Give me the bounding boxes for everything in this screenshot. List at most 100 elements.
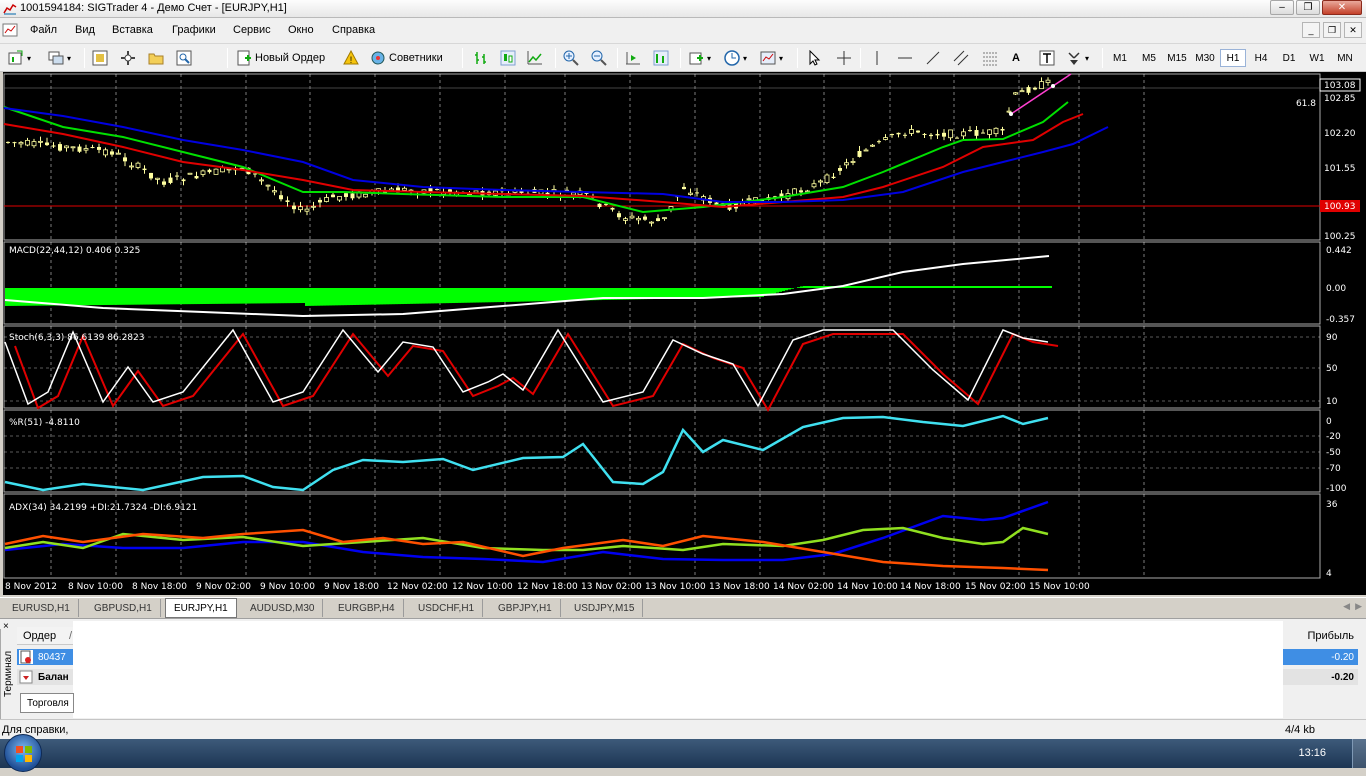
macd-histogram-bar — [443, 288, 446, 303]
tab-gbpusd-h1[interactable]: GBPUSD,H1 — [86, 599, 161, 617]
candlestick-button[interactable] — [500, 48, 516, 68]
expert-advisors-button[interactable]: Советники — [370, 48, 443, 68]
menu-tools[interactable]: Сервис — [233, 24, 271, 36]
tab-audusd-m30[interactable]: AUDUSD,M30 — [242, 599, 323, 617]
navigator-button[interactable] — [120, 48, 136, 68]
timeframe-d1[interactable]: D1 — [1276, 49, 1302, 67]
menu-help[interactable]: Справка — [332, 24, 375, 36]
new-chart-button[interactable]: ▾ — [8, 48, 31, 68]
candle-body — [877, 141, 881, 142]
macd-histogram-bar — [428, 288, 431, 304]
menu-file[interactable]: Файл — [30, 24, 57, 36]
macd-histogram-bar — [287, 288, 290, 303]
candle-body — [656, 218, 660, 221]
macd-histogram-bar — [473, 288, 476, 303]
macd-histogram-bar — [458, 288, 461, 303]
tab-eurgbp-h4[interactable]: EURGBP,H4 — [330, 599, 404, 617]
bar-chart-button[interactable] — [473, 48, 489, 68]
profit-column-header[interactable]: Прибыль — [1307, 630, 1354, 642]
terminal-content-area — [73, 621, 1283, 718]
mdi-restore-button[interactable]: ❐ — [1323, 22, 1341, 38]
zoom-out-button[interactable] — [591, 48, 607, 68]
macd-histogram-bar — [497, 288, 500, 302]
alert-button[interactable]: ! — [343, 48, 359, 68]
chart-shift-button[interactable] — [653, 48, 669, 68]
auto-scroll-button[interactable] — [625, 48, 641, 68]
market-watch-button[interactable] — [92, 48, 108, 68]
timeframe-m15[interactable]: M15 — [1164, 49, 1190, 67]
indicators-button[interactable]: ▾ — [688, 48, 711, 68]
macd-histogram-bar — [476, 288, 479, 303]
macd-histogram-bar — [1031, 286, 1034, 288]
timeframe-m1[interactable]: M1 — [1107, 49, 1133, 67]
tab-usdjpy-m15[interactable]: USDJPY,M15 — [566, 599, 643, 617]
templates-button[interactable]: ▾ — [760, 48, 783, 68]
restore-icon: ❐ — [1304, 2, 1313, 13]
periods-button[interactable]: ▾ — [724, 48, 747, 68]
fibonacci-button[interactable] — [982, 48, 998, 68]
menu-charts[interactable]: Графики — [172, 24, 216, 36]
chart-window[interactable]: 103.08102.85102.20101.55100.93100.25103.… — [3, 72, 1366, 595]
mdi-minimize-button[interactable]: _ — [1302, 22, 1320, 38]
macd-histogram-bar — [26, 288, 29, 306]
profiles-button[interactable]: ▾ — [48, 48, 71, 68]
new-order-button[interactable]: Новый Ордер — [236, 48, 325, 68]
time-axis-label: 14 Nov 02:00 — [773, 582, 834, 592]
timeframe-m30[interactable]: M30 — [1192, 49, 1218, 67]
trendline-button[interactable] — [925, 48, 941, 68]
macd-histogram-bar — [938, 286, 941, 288]
order-id: 80437 — [38, 652, 66, 663]
tab-scroll-left-icon[interactable]: ◀ — [1343, 601, 1350, 612]
equidistant-channel-button[interactable] — [953, 48, 969, 68]
tab-gbpjpy-h1[interactable]: GBPJPY,H1 — [490, 599, 561, 617]
horizontal-line-button[interactable] — [897, 48, 913, 68]
time-axis-label: 8 Nov 18:00 — [132, 582, 187, 592]
candle-body — [52, 145, 56, 146]
tab-scroll-right-icon[interactable]: ▶ — [1355, 601, 1362, 612]
line-chart-button[interactable] — [527, 48, 543, 68]
macd-histogram-bar — [923, 286, 926, 288]
crosshair-tool-button[interactable] — [836, 48, 852, 68]
text-tool-button[interactable]: A — [1012, 48, 1020, 68]
menu-insert[interactable]: Вставка — [112, 24, 153, 36]
timeframe-h4[interactable]: H4 — [1248, 49, 1274, 67]
timeframe-m5[interactable]: M5 — [1136, 49, 1162, 67]
vertical-line-button[interactable] — [869, 48, 885, 68]
menu-window[interactable]: Окно — [288, 24, 314, 36]
macd-histogram-bar — [872, 286, 875, 288]
macd-histogram-bar — [539, 288, 542, 301]
folder-button[interactable] — [148, 48, 164, 68]
timeframe-mn[interactable]: MN — [1332, 49, 1358, 67]
timeframe-w1[interactable]: W1 — [1304, 49, 1330, 67]
close-button[interactable]: ✕ — [1322, 0, 1362, 15]
minimize-button[interactable]: ‒ — [1270, 0, 1294, 15]
maximize-button[interactable]: ❐ — [1296, 0, 1320, 15]
text-label-button[interactable] — [1039, 48, 1055, 68]
macd-histogram-bar — [158, 288, 161, 304]
tab-eurjpy-h1[interactable]: EURJPY,H1 — [165, 598, 237, 618]
strategy-tester-button[interactable] — [176, 48, 192, 68]
macd-histogram-bar — [503, 288, 506, 302]
taskbar-clock[interactable]: 13:16 — [1298, 747, 1326, 759]
mdi-close-button[interactable]: ✕ — [1344, 22, 1362, 38]
price-chart[interactable]: 103.08102.85102.20101.55100.93100.25103.… — [3, 72, 1366, 595]
order-column-header[interactable]: Ордер — [23, 630, 56, 642]
arrows-button[interactable]: ▾ — [1066, 48, 1089, 68]
time-axis-label: 15 Nov 02:00 — [965, 582, 1026, 592]
macd-histogram-bar — [776, 288, 779, 293]
tab-trade[interactable]: Торговля — [20, 693, 74, 713]
show-desktop-button[interactable] — [1352, 739, 1366, 768]
order-row[interactable]: 80437 — [17, 649, 73, 665]
start-button[interactable] — [4, 734, 42, 772]
macd-histogram-bar — [5, 288, 8, 306]
candle-body — [299, 207, 303, 210]
zoom-in-button[interactable] — [563, 48, 579, 68]
tab-eurusd-h1[interactable]: EURUSD,H1 — [4, 599, 79, 617]
macd-histogram-bar — [992, 286, 995, 288]
cursor-tool-button[interactable] — [806, 48, 822, 68]
candle-body — [663, 218, 667, 219]
macd-histogram-bar — [464, 288, 467, 303]
menu-view[interactable]: Вид — [75, 24, 95, 36]
tab-usdchf-h1[interactable]: USDCHF,H1 — [410, 599, 483, 617]
timeframe-h1[interactable]: H1 — [1220, 49, 1246, 67]
